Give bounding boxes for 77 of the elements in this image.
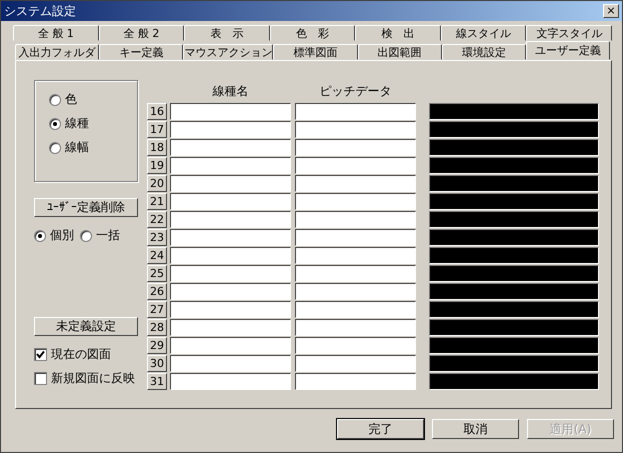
pitch-data-field[interactable]: [295, 336, 416, 354]
tab[interactable]: 全 般 1: [13, 25, 99, 41]
tab[interactable]: 環境設定: [442, 44, 526, 60]
pitch-data-field[interactable]: [295, 210, 416, 228]
row-number-button[interactable]: 25: [147, 264, 167, 282]
row-number-button[interactable]: 30: [147, 354, 167, 372]
delete-button[interactable]: ﾕｰｻﾞｰ定義削除: [34, 198, 138, 217]
radio-option[interactable]: 線種: [49, 115, 137, 132]
row-number-button[interactable]: 28: [147, 318, 167, 336]
pitch-data-field[interactable]: [295, 372, 416, 390]
undefined-setting-button[interactable]: 未定義設定: [34, 317, 138, 336]
line-name-field[interactable]: [170, 156, 291, 174]
line-name-field[interactable]: [170, 102, 291, 120]
dialog-button[interactable]: 完了: [337, 419, 424, 439]
tab[interactable]: 表 示: [184, 25, 270, 41]
radio-option[interactable]: 個別: [34, 227, 74, 244]
row-number-button[interactable]: 29: [147, 336, 167, 354]
row-number-button[interactable]: 20: [147, 174, 167, 192]
radio-option[interactable]: 色: [49, 91, 137, 108]
checkbox-option[interactable]: 現在の図面: [34, 346, 138, 363]
window-title: システム設定: [4, 2, 76, 20]
line-name-field[interactable]: [170, 210, 291, 228]
line-name-field[interactable]: [170, 336, 291, 354]
row-number-button[interactable]: 26: [147, 282, 167, 300]
pitch-data-field[interactable]: [295, 300, 416, 318]
row-number-button[interactable]: 27: [147, 300, 167, 318]
row-number-button[interactable]: 17: [147, 120, 167, 138]
tab[interactable]: マウスアクション: [183, 44, 274, 60]
pitch-data-field[interactable]: [295, 102, 416, 120]
tab[interactable]: 出図範囲: [358, 44, 442, 60]
tab[interactable]: ユーザー定義: [526, 41, 610, 60]
pitch-data-field[interactable]: [295, 228, 416, 246]
tab[interactable]: 標準図面: [273, 44, 358, 60]
tab[interactable]: 色 彩: [270, 25, 356, 41]
pitch-data-field[interactable]: [295, 354, 416, 372]
column-header: ピッチデータ: [318, 82, 392, 100]
line-name-field[interactable]: [170, 192, 291, 210]
line-name-field[interactable]: [170, 246, 291, 264]
tab[interactable]: キー定義: [99, 44, 184, 60]
line-name-field[interactable]: [170, 354, 291, 372]
tab[interactable]: 全 般 2: [98, 25, 184, 41]
line-name-field[interactable]: [170, 318, 291, 336]
row-number-button[interactable]: 16: [147, 102, 167, 120]
checkbox-option[interactable]: 新規図面に反映: [34, 370, 138, 387]
tab[interactable]: 文字スタイル: [526, 25, 612, 41]
line-name-field[interactable]: [170, 372, 291, 390]
line-name-field[interactable]: [170, 300, 291, 318]
row-number-button[interactable]: 24: [147, 246, 167, 264]
line-name-field[interactable]: [170, 228, 291, 246]
pitch-data-field[interactable]: [295, 264, 416, 282]
row-number-button[interactable]: 31: [147, 372, 167, 390]
tab[interactable]: 入出力フォルダ: [15, 44, 100, 60]
pitch-data-field[interactable]: [295, 192, 416, 210]
line-name-field[interactable]: [170, 264, 291, 282]
row-number-button[interactable]: 23: [147, 228, 167, 246]
pitch-data-field[interactable]: [295, 282, 416, 300]
row-number-button[interactable]: 18: [147, 138, 167, 156]
line-name-field[interactable]: [170, 174, 291, 192]
dialog-button[interactable]: 取消: [432, 419, 519, 439]
pitch-data-field[interactable]: [295, 138, 416, 156]
pitch-data-field[interactable]: [295, 174, 416, 192]
pitch-data-field[interactable]: [295, 120, 416, 138]
radio-option[interactable]: 一括: [80, 227, 120, 244]
pitch-data-field[interactable]: [295, 318, 416, 336]
column-header: 線種名: [212, 82, 250, 100]
row-number-button[interactable]: 21: [147, 192, 167, 210]
row-number-button[interactable]: 22: [147, 210, 167, 228]
tab[interactable]: 検 出: [355, 25, 441, 41]
close-button[interactable]: ×: [603, 4, 619, 18]
row-number-button[interactable]: 19: [147, 156, 167, 174]
line-name-field[interactable]: [170, 120, 291, 138]
tab[interactable]: 線スタイル: [440, 25, 526, 41]
radio-option[interactable]: 線幅: [49, 139, 137, 156]
pitch-data-field[interactable]: [295, 156, 416, 174]
line-name-field[interactable]: [170, 138, 291, 156]
pitch-data-field[interactable]: [295, 246, 416, 264]
line-name-field[interactable]: [170, 282, 291, 300]
